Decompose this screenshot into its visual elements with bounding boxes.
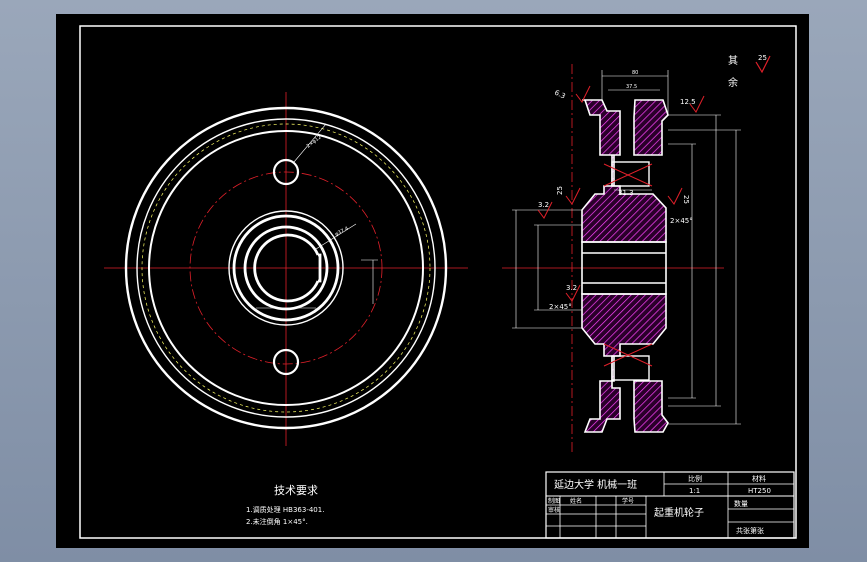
quantity-label: 数量 (734, 499, 748, 508)
school-name: 延边大学 机械一班 (554, 478, 637, 491)
top-dim-37-5: 37.5 (626, 84, 637, 90)
drawing-canvas: 2×φ12 φ37.4 80 37.5 31.3 2×45° 2×45° 6.3… (79, 25, 797, 539)
roughness-12-5: 12.5 (680, 98, 696, 106)
material-label: 材料 (752, 474, 766, 483)
chamfer-dim-top: 2×45° (670, 217, 693, 225)
width-dim-label: 31.3 (618, 189, 634, 197)
bore-dim-label: φ37.4 (334, 226, 350, 238)
front-view: 2×φ12 φ37.4 (104, 92, 468, 446)
material-value: HT250 (748, 487, 771, 495)
drawing-sheet: 2×φ12 φ37.4 80 37.5 31.3 2×45° 2×45° 6.3… (56, 14, 809, 548)
sheet-label: 共张第张 (736, 526, 764, 535)
scale-value: 1:1 (689, 487, 700, 495)
roughness-6-3: 6.3 (553, 89, 566, 101)
tech-req-line-2: 2.未注倒角 1×45°. (246, 517, 308, 526)
name-label: 姓名 (570, 497, 582, 505)
check-label: 审核 (548, 506, 560, 514)
top-dim-80: 80 (632, 70, 638, 76)
roughness-25-right: 25 (682, 195, 690, 204)
roughness-symbol (667, 187, 683, 205)
roughness-3-2-bottom: 3.2 (566, 284, 577, 292)
part-name: 起重机轮子 (654, 506, 704, 519)
roughness-25-left: 25 (556, 186, 564, 195)
section-upper-flange (633, 99, 669, 156)
tech-req-title: 技术要求 (274, 484, 318, 497)
scale-label: 比例 (688, 474, 702, 483)
date-label: 学号 (622, 497, 634, 505)
other-label-1: 其 (728, 55, 738, 67)
drawing-label: 制图 (548, 497, 560, 505)
roughness-3-2-top: 3.2 (538, 201, 549, 209)
other-label-2: 余 (728, 76, 738, 89)
other-roughness-value: 25 (758, 54, 767, 62)
chamfer-dim-bottom: 2×45° (549, 303, 572, 311)
cad-viewport: 2×φ12 φ37.4 80 37.5 31.3 2×45° 2×45° 6.3… (0, 0, 867, 562)
section-view: 80 37.5 31.3 2×45° 2×45° 6.3 12.5 25 25 … (502, 64, 741, 454)
section-lower-flange (633, 380, 669, 433)
hole-dim-label: 2×φ12 (306, 134, 323, 149)
roughness-symbol (565, 187, 581, 205)
title-block: 延边大学 机械一班 比例 材料 1:1 HT250 制图 姓名 学号 审核 起重… (545, 471, 795, 539)
tech-req-line-1: 1.调质处理 HB363-401. (246, 505, 324, 514)
